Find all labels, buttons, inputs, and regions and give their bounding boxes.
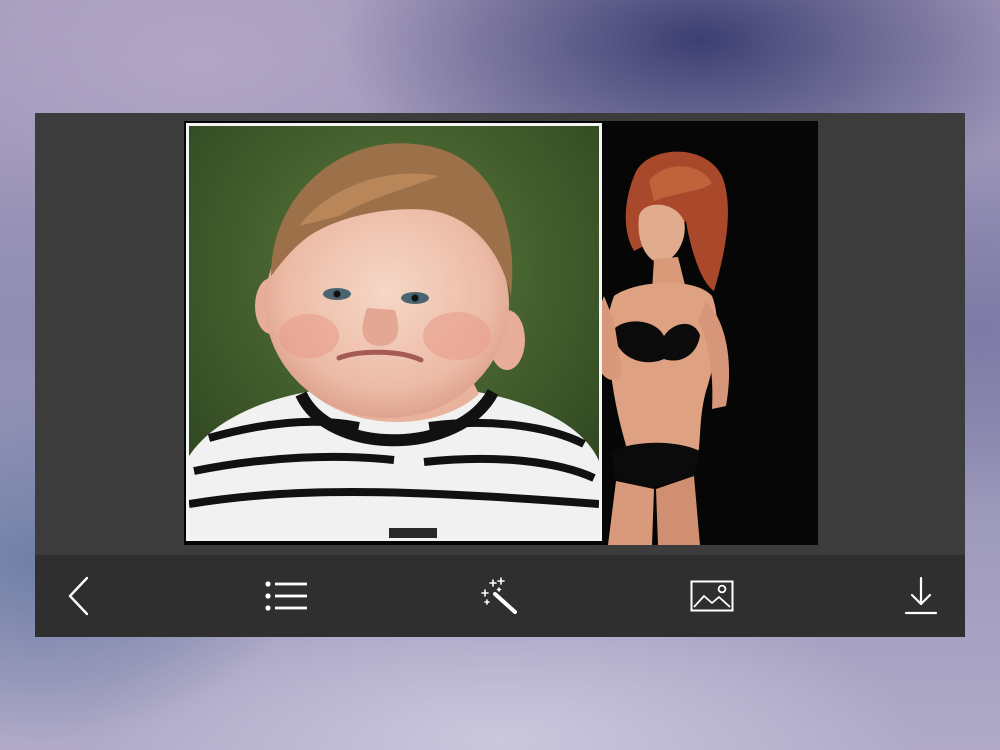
- editor-canvas: [35, 113, 965, 555]
- bottom-toolbar: [35, 555, 965, 637]
- download-button[interactable]: [897, 573, 945, 619]
- effects-button[interactable]: [475, 573, 523, 619]
- frames-list-button[interactable]: [262, 573, 310, 619]
- user-photo: [189, 126, 599, 538]
- image-icon: [690, 580, 734, 612]
- user-photo-slot[interactable]: [186, 123, 602, 541]
- magic-wand-icon: [481, 577, 517, 614]
- app-frame: [35, 113, 965, 637]
- gallery-button[interactable]: [688, 573, 736, 619]
- download-icon: [904, 576, 938, 615]
- frame-model-image: [594, 121, 818, 545]
- back-button[interactable]: [55, 573, 103, 619]
- photo-frame-template: [184, 121, 818, 545]
- list-icon: [265, 581, 307, 611]
- chevron-left-icon: [68, 576, 89, 616]
